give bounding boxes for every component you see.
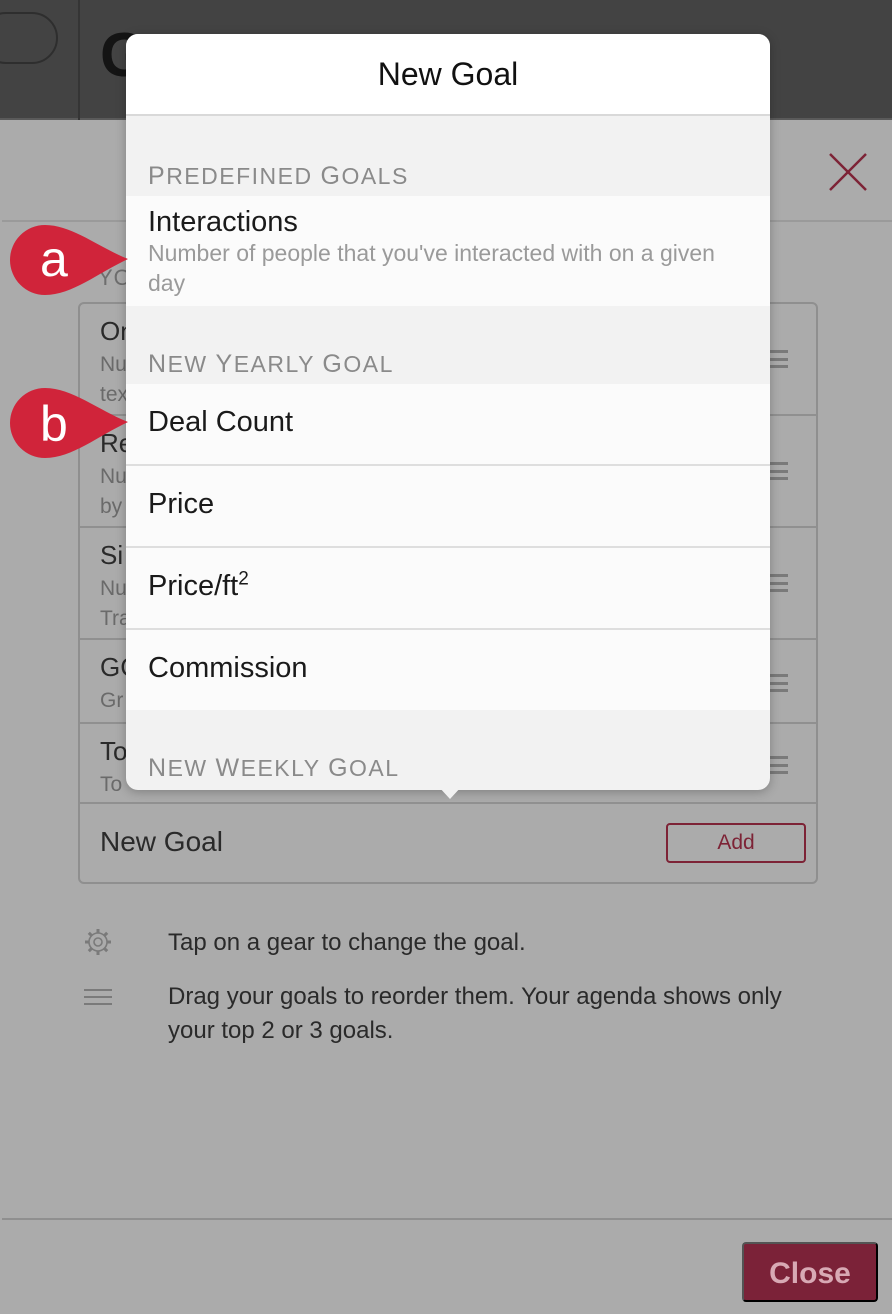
list-item-price-per-ft2[interactable]: Price/ft2 (126, 548, 770, 628)
close-button[interactable]: Close (742, 1242, 878, 1302)
goal-subtitle: To (100, 773, 123, 796)
popover-arrow (438, 786, 462, 799)
popover-title: New Goal (377, 56, 519, 92)
callout-a-letter: a (40, 231, 68, 287)
list-item-commission[interactable]: Commission (126, 630, 770, 710)
new-goal-label: New Goal (100, 826, 223, 857)
callout-b-letter: b (40, 396, 68, 452)
item-label: Price (148, 488, 215, 520)
help-drag-row: Drag your goals to reorder them. Your ag… (82, 980, 842, 1060)
add-goal-button[interactable]: Add (666, 823, 806, 863)
list-item-interactions[interactable]: Interactions Number of people that you'v… (126, 196, 770, 306)
top-bar-divider (78, 0, 80, 120)
footer-divider (2, 1218, 892, 1220)
section-header-predefined: PREDEFINED GOALS (148, 162, 409, 190)
drag-handle-icon (84, 989, 112, 1005)
close-icon[interactable] (826, 150, 870, 194)
list-item-price[interactable]: Price (126, 466, 770, 546)
item-label: Deal Count (148, 406, 294, 438)
item-description: Number of people that you've interacted … (148, 240, 715, 296)
gear-icon (85, 929, 111, 955)
popover-header: New Goal (126, 34, 770, 116)
goal-subtitle: Gr (100, 689, 124, 712)
item-label: Commission (148, 652, 308, 684)
goal-title: To (100, 736, 128, 766)
item-label: Interactions (148, 206, 298, 238)
callout-a-marker (10, 225, 128, 295)
help-drag-text: Drag your goals to reorder them. Your ag… (168, 983, 782, 1044)
list-item-deal-count[interactable]: Deal Count (126, 384, 770, 464)
section-header-yearly: NEW YEARLY GOAL (148, 350, 394, 378)
help-gear-row: Tap on a gear to change the goal. (82, 926, 842, 966)
callout-b-marker (10, 388, 128, 458)
item-label: Price/ft2 (148, 568, 249, 602)
goal-subtitle: Nu by (100, 465, 127, 518)
goal-title: Si (100, 540, 124, 570)
section-header-weekly: NEW WEEKLY GOAL (148, 754, 400, 782)
back-button[interactable] (0, 12, 58, 64)
help-gear-text: Tap on a gear to change the goal. (168, 929, 526, 956)
new-goal-popover: New Goal PREDEFINED GOALS Interactions N… (126, 34, 770, 790)
